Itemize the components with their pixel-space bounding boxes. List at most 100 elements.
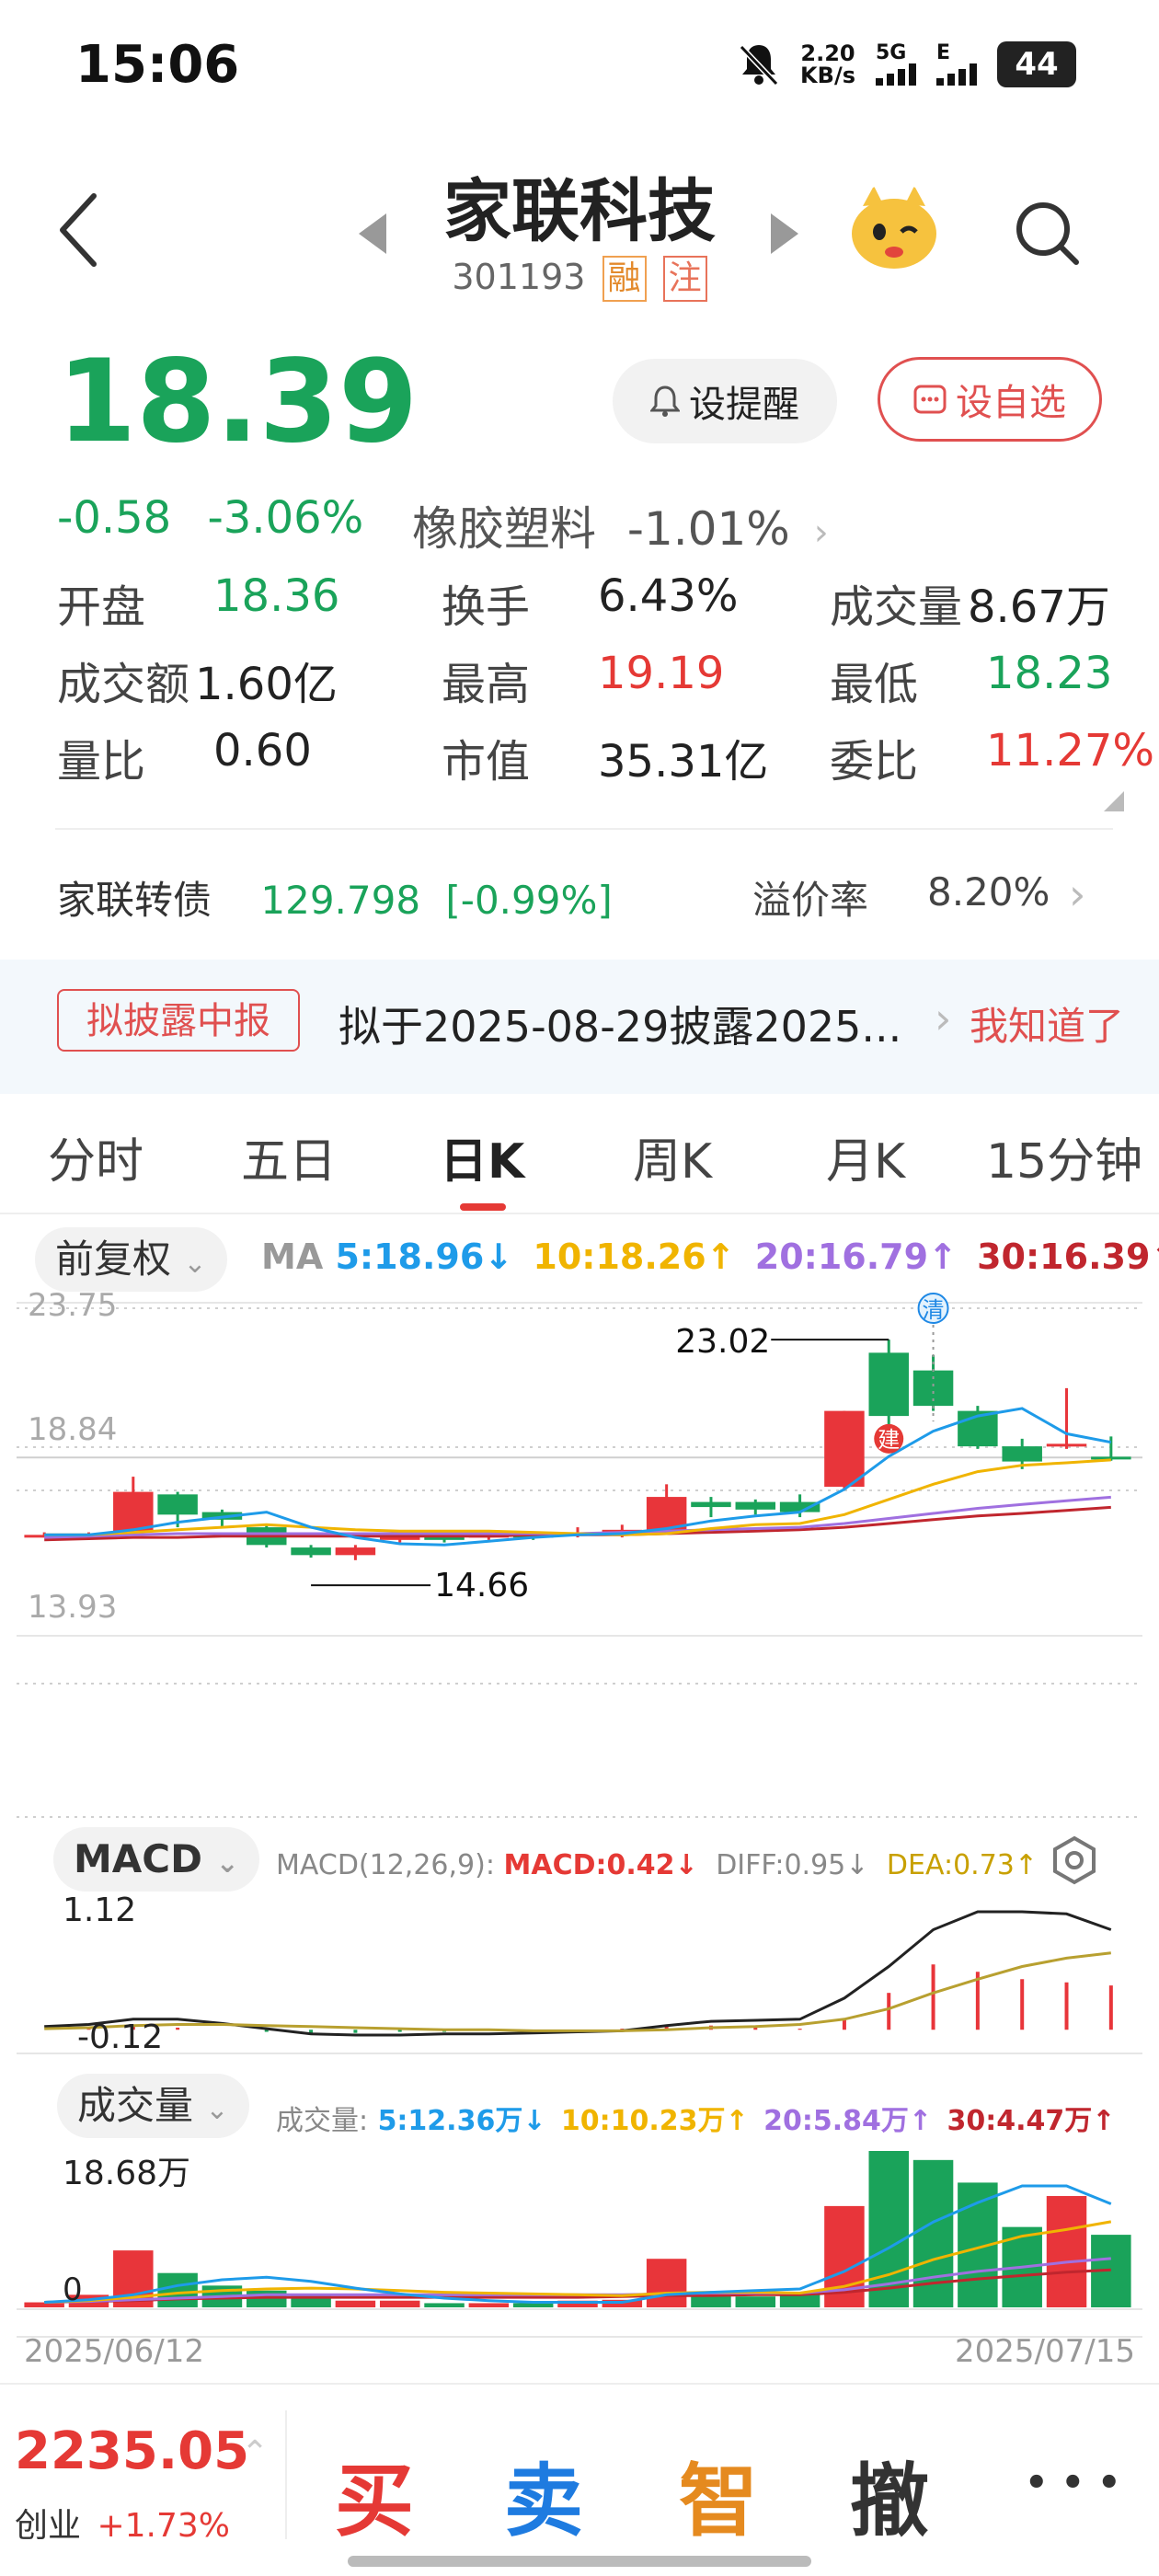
stat-key: 最低: [830, 659, 919, 710]
status-time: 15:06: [75, 35, 240, 95]
tab-15min[interactable]: 15分钟: [986, 1122, 1142, 1191]
tab-weekly-k[interactable]: 周K: [633, 1122, 712, 1191]
ma-label: MA: [261, 1236, 324, 1277]
dea-value: DEA:0.73↑: [886, 1849, 1039, 1881]
candle-body: [824, 1410, 865, 1488]
stock-title: 家联科技: [443, 172, 716, 251]
stat-value: 18.23: [986, 648, 1113, 699]
stat-item: 最高 19.19: [442, 648, 724, 712]
dea-line: [44, 1951, 1111, 2032]
set-reminder-button[interactable]: 设提醒: [613, 359, 837, 443]
bond-pct: [-0.99%]: [445, 878, 613, 923]
volume-bar: [157, 2272, 198, 2307]
industry-link[interactable]: 橡胶塑料 -1.01% ›: [412, 492, 829, 558]
expand-corner-icon[interactable]: [1104, 791, 1124, 811]
notice-tag-badge: 注: [662, 256, 707, 302]
stock-code: 301193: [452, 257, 586, 297]
convertible-bond-row[interactable]: 家联转债 129.798 [-0.99%] 溢价率 8.20% ›: [57, 869, 1106, 926]
high-label: 23.02: [675, 1323, 770, 1361]
index-value[interactable]: 2235.05: [15, 2421, 249, 2481]
candle-body: [335, 1547, 376, 1556]
chevron-down-icon: ⌄: [205, 2094, 229, 2126]
chevron-down-icon: ⌄: [183, 1248, 207, 1280]
candle-body: [1046, 1443, 1087, 1447]
current-price: 18.39: [57, 336, 419, 468]
tab-five-day[interactable]: 五日: [241, 1122, 337, 1191]
ma-legend: MA 5:18.96↓ 10:18.26↑ 20:16.79↑ 30:16.39…: [261, 1236, 1159, 1277]
vol-ma30: 30:4.47万↑: [947, 2105, 1116, 2137]
buy-button[interactable]: 买: [335, 2436, 414, 2551]
candle-body: [691, 1501, 731, 1508]
period-tabs: 分时 五日 日K 周K 月K 15分钟: [0, 1122, 1159, 1196]
ma-30: 30:16.39↑: [977, 1236, 1159, 1277]
search-icon[interactable]: [1012, 198, 1082, 268]
candle-body: [868, 1352, 909, 1417]
stat-item: 成交额 1.60亿: [57, 648, 338, 712]
more-button[interactable]: • • •: [1025, 2462, 1121, 2504]
end-date: 2025/07/15: [955, 2333, 1135, 2370]
chevron-right-icon: ›: [813, 512, 829, 554]
price-change-pct: -3.06%: [207, 492, 364, 544]
bond-price: 129.798: [260, 878, 421, 923]
stat-value: 19.19: [598, 648, 725, 699]
stat-value: 1.60亿: [195, 659, 338, 710]
sell-button[interactable]: 卖: [504, 2436, 583, 2551]
adjust-dropdown[interactable]: 前复权 ⌄: [35, 1227, 227, 1292]
start-date: 2025/06/12: [24, 2333, 204, 2370]
volume-bar: [335, 2300, 376, 2307]
chevron-down-icon: ⌄: [215, 1847, 239, 1880]
vol-ma20: 20:5.84万↑: [763, 2105, 933, 2137]
ma10-line: [44, 1458, 1111, 1536]
volume-bar: [468, 2303, 510, 2307]
status-icons: 2.20 KB/s 5G E 44: [738, 37, 1076, 92]
add-watchlist-button[interactable]: 设自选: [878, 357, 1102, 442]
index-name: 创业: [15, 2507, 82, 2545]
index-info: 创业 +1.73%: [15, 2499, 230, 2547]
candle-body: [1091, 1456, 1131, 1460]
candle-body: [735, 1501, 776, 1510]
signal-e-bars-icon: [936, 63, 977, 86]
smart-button[interactable]: 智: [679, 2436, 758, 2551]
candle-body: [291, 1547, 331, 1556]
mascot-avatar-icon[interactable]: [846, 184, 942, 272]
divider: [285, 2410, 287, 2539]
industry-name: 橡胶塑料: [412, 502, 596, 556]
tab-intraday[interactable]: 分时: [48, 1122, 143, 1191]
diff-value: DIFF:0.95↓: [716, 1849, 869, 1881]
premium-value: 8.20%: [927, 869, 1050, 914]
stat-value: 18.36: [213, 570, 340, 622]
cancel-order-button[interactable]: 撤: [850, 2436, 929, 2551]
stat-key: 市值: [442, 736, 531, 788]
notice-text[interactable]: 拟于2025-08-29披露2025...: [339, 994, 901, 1054]
volume-bar: [735, 2296, 776, 2307]
divider: [0, 1213, 1159, 1214]
stat-value: 6.43%: [598, 570, 739, 622]
stat-value: 35.31亿: [598, 736, 769, 788]
volume-bar: [512, 2303, 554, 2307]
vol-ma10: 10:10.23万↑: [560, 2105, 749, 2137]
bond-name: 家联转债: [57, 878, 212, 923]
tab-daily-k[interactable]: 日K: [440, 1122, 524, 1191]
active-tab-indicator: [460, 1203, 506, 1211]
volume-legend: 成交量: 5:12.36万↓ 10:10.23万↑ 20:5.84万↑ 30:4…: [276, 2098, 1115, 2138]
volume-dropdown[interactable]: 成交量 ⌄: [57, 2074, 249, 2138]
ma5-line: [44, 1407, 1112, 1547]
chevron-up-icon[interactable]: ⌃: [241, 2434, 269, 2472]
volume-bar: [379, 2300, 420, 2307]
notice-tag: 拟披露中报: [57, 989, 300, 1052]
volume-bar: [247, 2290, 287, 2307]
build-marker-text: 建: [878, 1427, 900, 1453]
candle-body: [157, 1494, 198, 1515]
settings-hexagon-icon[interactable]: [1049, 1834, 1100, 1886]
macd-dropdown[interactable]: MACD ⌄: [53, 1827, 259, 1892]
notice-ack-button[interactable]: 我知道了: [970, 995, 1124, 1052]
battery-icon: 44: [997, 41, 1076, 87]
stat-item: 委比 11.27%: [830, 725, 1154, 789]
home-indicator: [348, 2556, 811, 2567]
tab-monthly-k[interactable]: 月K: [826, 1122, 905, 1191]
stat-value: 0.60: [213, 725, 312, 776]
stat-item: 成交量 8.67万: [830, 570, 1110, 635]
stat-item: 换手 6.43%: [442, 570, 738, 635]
macd-legend: MACD(12,26,9): MACD:0.42↓ DIFF:0.95↓ DEA…: [276, 1849, 1038, 1881]
dots-box-icon: [913, 385, 947, 414]
